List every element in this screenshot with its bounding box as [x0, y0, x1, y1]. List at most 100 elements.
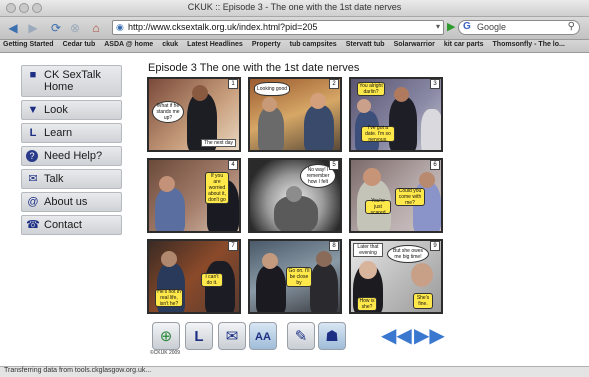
sidebar-item-label: Look: [44, 104, 68, 116]
speech-bubble: What if he stands me up?: [152, 101, 184, 123]
search-placeholder: Google: [477, 22, 507, 32]
sidebar-item-talk[interactable]: ✉ Talk: [21, 169, 122, 189]
sidebar-item-look[interactable]: ▼ Look: [21, 100, 122, 120]
speech-bubble: Could you come with me?: [395, 188, 425, 206]
comic-panel-7[interactable]: I can't do it. He's hot in real life, is…: [147, 239, 241, 314]
help-icon: ?: [26, 150, 38, 162]
bookmark-item[interactable]: Solarwarrior: [394, 41, 435, 48]
sidebar-item-home[interactable]: ■ CK SexTalk Home: [21, 65, 122, 97]
sidebar-item-learn[interactable]: L Learn: [21, 123, 122, 143]
bookmark-item[interactable]: ckuk: [162, 41, 178, 48]
panel-number: 6: [430, 160, 440, 170]
about-icon: @: [27, 196, 39, 208]
panel-caption: Later that evening: [353, 243, 383, 257]
sidebar-item-label: Contact: [44, 219, 82, 231]
address-bar[interactable]: ◉ http://www.cksextalk.org.uk/index.html…: [112, 20, 444, 35]
zoom-in-icon: ⊕: [159, 328, 173, 345]
speech-bubble: Go on. I'll be close by: [286, 267, 312, 287]
forward-icon: ▶▶: [414, 325, 445, 347]
character-head: [316, 251, 332, 267]
character-head: [357, 99, 371, 113]
character-head: [359, 261, 377, 279]
zoom-button[interactable]: ⊕: [152, 322, 180, 350]
character-head: [262, 253, 278, 269]
panel-number: 5: [329, 160, 339, 170]
status-bar: Transferring data from tools.ckglasgow.o…: [0, 366, 589, 377]
talk-button[interactable]: ✉: [218, 322, 246, 350]
page-content: ■ CK SexTalk Home ▼ Look L Learn ? Need …: [0, 53, 589, 365]
forward-button[interactable]: ▶▶: [414, 322, 445, 350]
rewind-button[interactable]: ◀◀: [381, 322, 412, 350]
play-icon: ▶: [447, 21, 456, 33]
bookmark-item[interactable]: kit car parts: [444, 41, 484, 48]
panel-number: 1: [228, 79, 238, 89]
chat-button[interactable]: ✎: [287, 322, 315, 350]
comic-panel-6[interactable]: Could you come with me? You're just scar…: [349, 158, 443, 233]
sidebar-item-about-us[interactable]: @ About us: [21, 192, 122, 212]
panel-number: 9: [430, 241, 440, 251]
sidebar-item-contact[interactable]: ☎ Contact: [21, 215, 122, 235]
speech-bubble: But she owes me big time!: [387, 245, 429, 263]
bookmark-item[interactable]: Stervatt tub: [346, 41, 385, 48]
comic-panel-5[interactable]: No way! I remember how I felt 5: [248, 158, 342, 233]
learn-icon: L: [194, 328, 204, 345]
search-input[interactable]: G Google ⚲: [458, 20, 580, 35]
comic-panel-9[interactable]: Later that evening But she owes me big t…: [349, 239, 443, 314]
learn-icon: L: [29, 127, 37, 139]
panel-number: 7: [228, 241, 238, 251]
talk-icon: ✉: [28, 173, 38, 185]
character-figure: [304, 105, 334, 150]
bookmark-item[interactable]: ASDA @ home: [104, 41, 153, 48]
browser-toolbar: ◀ ▶ ⟳ ⊗ ⌂ ◉ http://www.cksextalk.org.uk/…: [0, 17, 589, 40]
bookmark-item[interactable]: Latest Headlines: [187, 41, 243, 48]
bookmark-item[interactable]: Cedar tub: [63, 41, 96, 48]
comic-panel-1[interactable]: What if he stands me up? The next day 1: [147, 77, 241, 152]
search-icon[interactable]: ⚲: [568, 21, 575, 32]
reload-icon: ⟳: [50, 21, 62, 35]
character-figure: [389, 97, 417, 150]
bookmark-item[interactable]: tub campsites: [290, 41, 337, 48]
character-head: [419, 172, 435, 188]
stop-button[interactable]: ⊗: [68, 20, 82, 36]
panel-number: 2: [329, 79, 339, 89]
back-arrow-icon: ◀: [8, 21, 18, 35]
home-button[interactable]: ⌂: [88, 20, 104, 36]
character-figure: [155, 188, 185, 231]
text-size-button[interactable]: AA: [249, 322, 277, 350]
home-icon: ⌂: [92, 21, 100, 35]
bookmark-item[interactable]: Getting Started: [3, 41, 54, 48]
sidebar-nav: ■ CK SexTalk Home ▼ Look L Learn ? Need …: [21, 65, 122, 238]
sidebar-item-need-help[interactable]: ? Need Help?: [21, 146, 122, 166]
character-head: [192, 85, 208, 101]
reload-button[interactable]: ⟳: [48, 20, 64, 36]
character-figure: [421, 109, 441, 150]
sidebar-item-label: CK SexTalk Home: [44, 69, 101, 93]
chevron-down-icon[interactable]: ▾: [436, 22, 440, 31]
copyright-text: ©CKUK 2009: [150, 350, 181, 356]
go-button[interactable]: ▶: [447, 20, 455, 33]
text-size-icon: AA: [255, 331, 271, 343]
character-figure: [310, 263, 338, 312]
talk-icon: ✉: [225, 328, 239, 345]
address-text: http://www.cksextalk.org.uk/index.html?p…: [128, 22, 318, 32]
comic-panel-2[interactable]: Looking good 2: [248, 77, 342, 152]
back-button[interactable]: ◀: [6, 20, 20, 36]
character-head: [363, 168, 381, 186]
comic-panel-4[interactable]: If you are worried about it, don't go 4: [147, 158, 241, 233]
episode-title: Episode 3 The one with the 1st date nerv…: [148, 62, 360, 74]
learn-button[interactable]: L: [185, 322, 213, 350]
bookmark-item[interactable]: Property: [252, 41, 281, 48]
status-text: Transferring data from tools.ckglasgow.o…: [4, 367, 152, 374]
forward-button[interactable]: ▶: [26, 20, 40, 36]
panel-number: 3: [430, 79, 440, 89]
comic-panel-8[interactable]: Go on. I'll be close by 8: [248, 239, 342, 314]
person-button[interactable]: ☗: [318, 322, 346, 350]
window-titlebar: CKUK :: Episode 3 - The one with the 1st…: [0, 0, 589, 17]
forward-arrow-icon: ▶: [28, 21, 38, 35]
sidebar-item-label: Talk: [44, 173, 64, 185]
comic-panel-3[interactable]: You alright darlin? I've got a date. I'm…: [349, 77, 443, 152]
person-icon: ☗: [325, 328, 339, 345]
bookmark-item[interactable]: Thomsonfly - The lo...: [493, 41, 565, 48]
speech-bubble: If you are worried about it, don't go: [205, 172, 229, 204]
look-icon: ▼: [27, 104, 39, 116]
